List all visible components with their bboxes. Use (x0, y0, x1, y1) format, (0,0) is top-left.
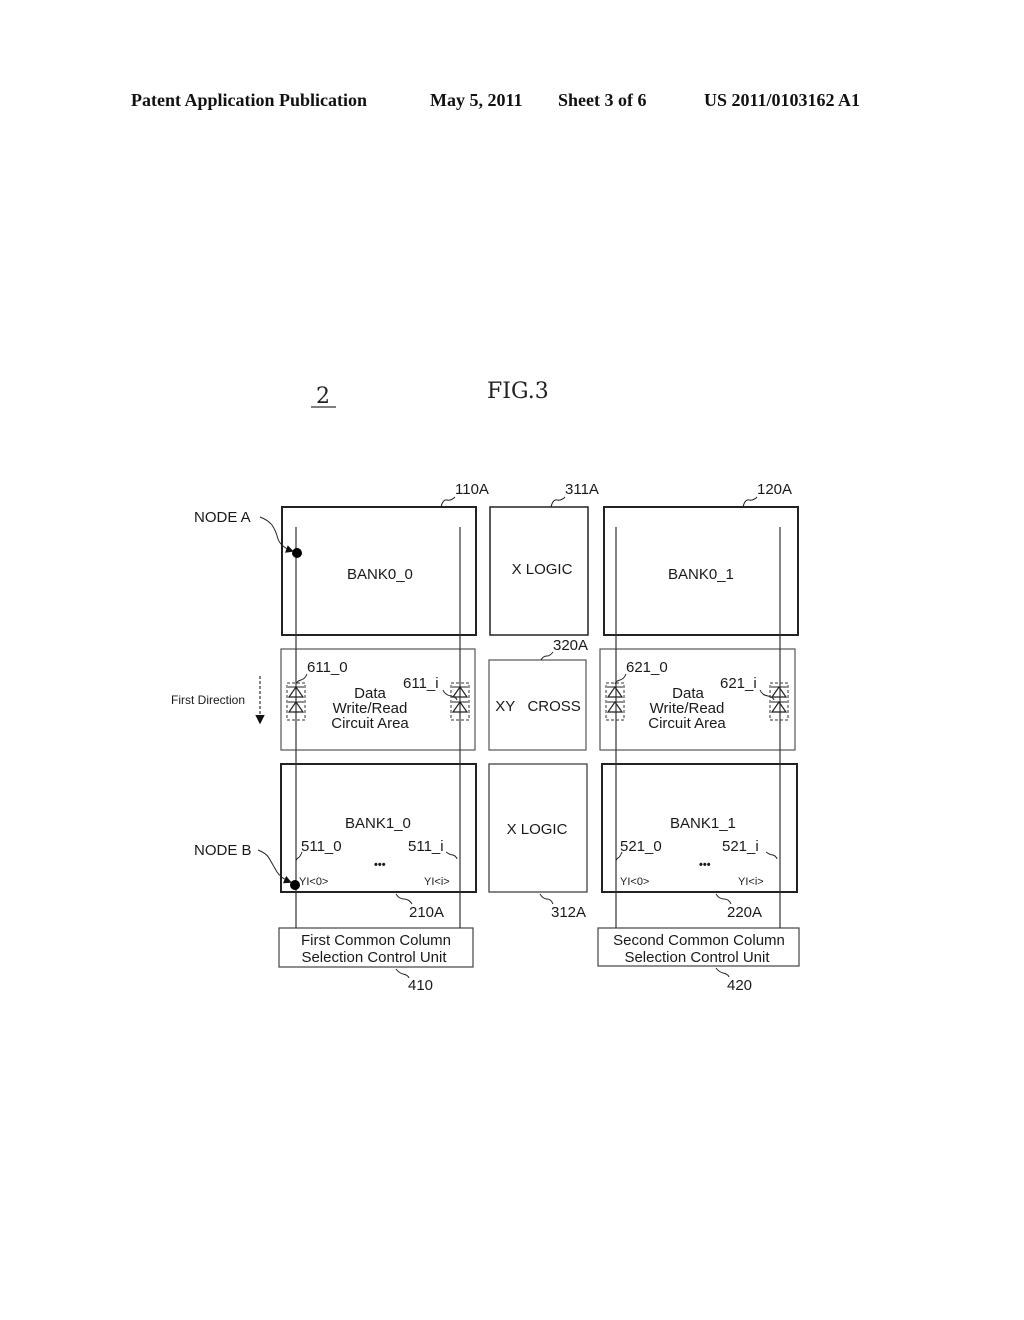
bank1-1-label: BANK1_1 (670, 815, 736, 832)
second-control-leader (715, 967, 730, 978)
second-control-line1: Second Common Column (613, 932, 785, 949)
bank1-1-ref: 220A (727, 904, 762, 921)
amp-621-i-leader (759, 689, 775, 701)
yi0-left: YI<0> (299, 876, 328, 888)
wr-right-line3: Circuit Area (648, 715, 726, 732)
second-control-line2: Selection Control Unit (624, 949, 770, 966)
x-logic-top-leader (550, 496, 566, 508)
node-b-label: NODE B (194, 842, 252, 859)
figure-ref-number: 2 (316, 384, 330, 409)
xy-cross-label: XY CROSS (495, 698, 581, 715)
bank1-1-leader (715, 893, 732, 905)
node-a-dot (292, 548, 302, 558)
bank0-0-ref: 110A (455, 481, 489, 498)
col-521-0-leader (615, 851, 623, 863)
col-511-i-ref: 511_i (408, 838, 444, 855)
wr-left-line3: Circuit Area (331, 715, 409, 732)
first-control-line1: First Common Column (301, 932, 451, 949)
amp-621-0-icon (605, 682, 625, 721)
col-511-0-leader (295, 851, 303, 863)
figure-diagram: FIG.3 2 BANK0_0 110A Data Write/Read Cir… (171, 379, 800, 994)
col-521-0-ref: 521_0 (620, 838, 662, 855)
bank1-0-label: BANK1_0 (345, 815, 411, 832)
col-521-i-leader (765, 851, 778, 860)
col-511-i-leader (445, 851, 458, 860)
figure-title: FIG.3 (487, 379, 549, 404)
bank1-1-ellipsis: ••• (699, 859, 711, 871)
node-b-dot (290, 880, 300, 890)
x-logic-bottom-leader (539, 893, 554, 905)
bank0-0-label: BANK0_0 (347, 566, 413, 583)
first-control-line2: Selection Control Unit (301, 949, 447, 966)
yi0-right: YI<0> (620, 876, 649, 888)
bank0-0-leader (440, 496, 456, 508)
col-511-0-ref: 511_0 (301, 838, 342, 855)
bank1-0-ellipsis: ••• (374, 859, 386, 871)
x-logic-bottom-label: X LOGIC (507, 821, 568, 838)
amp-621-0-ref: 621_0 (626, 659, 668, 676)
yii-left: YI<i> (424, 876, 450, 888)
amp-611-i-ref: 611_i (403, 675, 439, 692)
bank0-1-label: BANK0_1 (668, 566, 734, 583)
x-logic-bottom-ref: 312A (551, 904, 586, 921)
col-521-i-ref: 521_i (722, 838, 759, 855)
bank0-1-ref: 120A (757, 481, 792, 498)
x-logic-top-label: X LOGIC (512, 561, 573, 578)
xy-cross-leader (540, 651, 554, 661)
first-direction-label: First Direction (171, 693, 245, 707)
node-b-arrow (257, 849, 292, 884)
xy-cross-ref: 320A (553, 637, 588, 654)
bank1-0-ref: 210A (409, 904, 444, 921)
second-control-ref: 420 (727, 977, 752, 994)
node-a-label: NODE A (194, 509, 251, 526)
amp-621-i-icon (769, 682, 789, 721)
bank0-1-leader (742, 496, 758, 508)
first-control-ref: 410 (408, 977, 433, 994)
bank1-0-leader (395, 893, 413, 905)
x-logic-top-ref: 311A (565, 481, 599, 498)
amp-621-i-ref: 621_i (720, 675, 757, 692)
yii-right: YI<i> (738, 876, 764, 888)
amp-611-0-ref: 611_0 (307, 659, 348, 676)
node-a-arrow (259, 516, 294, 553)
